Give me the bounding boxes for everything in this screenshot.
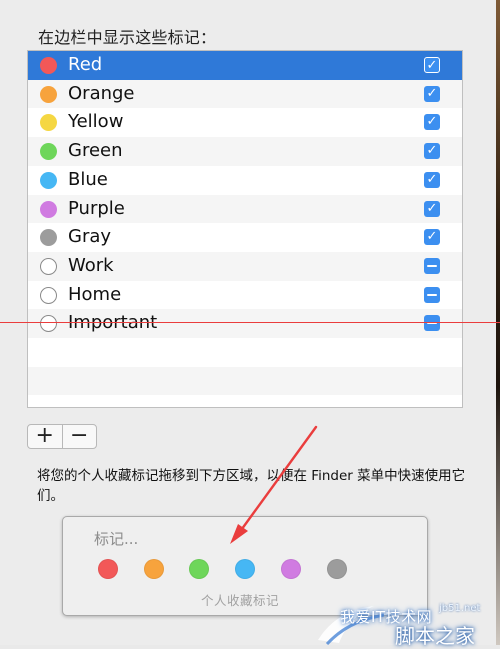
tag-row-gray[interactable]: Gray ✓ [28,223,462,252]
empty-tag-row [28,338,462,367]
tag-color-dot-icon [40,229,57,247]
tag-color-dot-icon [40,143,57,161]
tag-color-dot-icon [40,85,57,103]
tag-label: Gray [68,226,112,248]
sidebar-visibility-checkbox[interactable]: ✓ [424,229,440,246]
tags-section-label: 在边栏中显示这些标记： [38,28,217,47]
tag-row-important[interactable]: Important [28,309,462,338]
tag-color-dot-icon [40,200,57,218]
tag-label: Green [68,140,123,162]
tag-color-dot-icon [40,257,57,275]
favorite-tags-caption: 个人收藏标记 [201,593,280,608]
sidebar-visibility-checkbox[interactable]: ✓ [424,57,440,73]
tag-label: Orange [68,82,135,104]
sidebar-visibility-checkbox[interactable]: ✓ [424,85,440,102]
favorite-tag-dot-icon[interactable] [98,559,118,579]
tag-color-dot-icon [40,57,57,74]
annotation-red-line [0,322,500,323]
favorite-tags-title: 标记... [94,530,139,548]
sidebar-visibility-mixed-checkbox[interactable] [424,315,440,332]
favorite-tag-dot-icon[interactable] [144,559,164,579]
add-remove-control: + − [27,424,97,449]
tag-label: Yellow [68,111,124,133]
tag-row-home[interactable]: Home [28,280,462,310]
sidebar-visibility-checkbox[interactable]: ✓ [424,171,440,188]
tag-row-orange[interactable]: Orange ✓ [28,79,462,109]
tag-list[interactable]: Red ✓ Orange ✓ Yellow ✓ Green ✓ Blue ✓ Purple ✓ Gray… [27,50,463,408]
favorites-help-text: 将您的个人收藏标记拖移到下方区域，以便在 Finder 菜单中快速使用它们。 [37,468,466,504]
tag-row-purple[interactable]: Purple ✓ [28,194,462,224]
remove-tag-button[interactable]: − [63,425,97,448]
tag-row-work[interactable]: Work [28,251,462,281]
tag-row-red[interactable]: Red ✓ [28,51,462,80]
tag-label: Work [68,254,114,276]
sidebar-visibility-checkbox[interactable]: ✓ [424,200,440,217]
tag-row-blue[interactable]: Blue ✓ [28,165,462,195]
tag-color-dot-icon [40,171,57,189]
tag-color-dot-icon [40,114,57,132]
tag-label: Blue [68,168,108,190]
favorite-tag-dot-icon[interactable] [235,559,255,579]
sidebar-visibility-mixed-checkbox[interactable] [424,257,440,274]
add-tag-button[interactable]: + [28,425,63,448]
favorite-tag-dot-icon[interactable] [189,559,209,579]
sidebar-visibility-checkbox[interactable]: ✓ [424,143,440,160]
favorite-tag-dot-icon[interactable] [327,559,347,579]
tag-label: Home [68,283,122,305]
sidebar-visibility-checkbox[interactable]: ✓ [424,114,440,131]
favorite-tags-drop-area[interactable]: 标记... 个人收藏标记 [62,516,428,616]
tag-row-green[interactable]: Green ✓ [28,137,462,166]
tag-row-yellow[interactable]: Yellow ✓ [28,108,462,138]
empty-tag-row [28,366,462,396]
tag-color-dot-icon [40,315,57,333]
sidebar-visibility-mixed-checkbox[interactable] [424,286,440,303]
tag-label: Purple [68,197,125,219]
tag-label: Red [68,54,103,75]
tag-label: Important [68,312,158,334]
favorite-tag-dot-icon[interactable] [281,559,301,579]
tag-color-dot-icon [40,286,57,304]
